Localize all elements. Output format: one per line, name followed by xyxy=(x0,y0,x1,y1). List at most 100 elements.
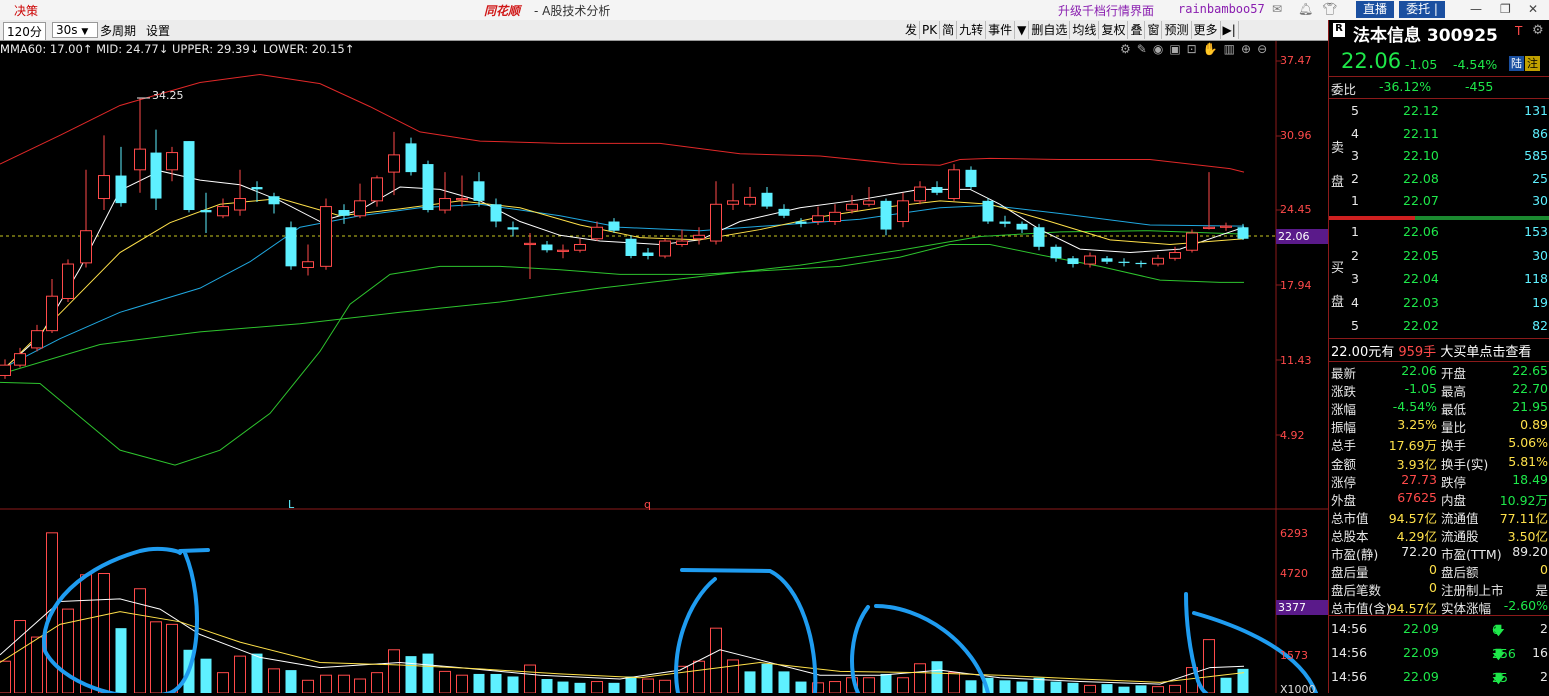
toolbar-item[interactable]: 发 xyxy=(903,21,921,39)
chart-tools[interactable]: ⚙✎◉▣⊡✋▥⊕⊖ xyxy=(1120,42,1273,56)
volume-bar xyxy=(302,679,314,693)
shirt-icon[interactable]: 👕︎ xyxy=(1322,2,1337,16)
lock-icon[interactable]: ▣ xyxy=(1169,42,1186,56)
volume-bar xyxy=(710,627,722,693)
tick-row: 14:56 22.09 256 🡇 16 xyxy=(1329,644,1549,662)
toolbar-item[interactable]: 九转 xyxy=(957,21,987,39)
ask-row[interactable]: 3 22.10 585 xyxy=(1329,147,1549,165)
badge-lu: 陆 xyxy=(1509,56,1524,71)
gear-icon[interactable]: ⚙ xyxy=(1532,23,1544,38)
candle xyxy=(1118,258,1130,267)
decision-menu[interactable]: 决策 xyxy=(14,2,38,19)
minimize-icon[interactable]: — xyxy=(1470,2,1482,16)
volume-tag: 3377 xyxy=(1276,600,1330,615)
bid-row[interactable]: 4 22.03 19 xyxy=(1329,294,1549,312)
settings-button[interactable]: 设置 xyxy=(146,22,170,39)
bid-row[interactable]: 2 22.05 30 xyxy=(1329,247,1549,265)
zoom-out-icon[interactable]: ⊖ xyxy=(1257,42,1273,56)
stat-row: 振幅 3.25% 量比 0.89 xyxy=(1331,417,1548,436)
toolbar-item[interactable]: 叠 xyxy=(1128,21,1146,39)
toolbar-item[interactable]: 更多 xyxy=(1192,21,1221,39)
candle xyxy=(795,218,807,228)
volume-axis-label: 1573 xyxy=(1280,649,1308,662)
bid-row[interactable]: 1 22.06 153 xyxy=(1329,223,1549,241)
volume-bar xyxy=(1135,685,1147,693)
toolbar-item[interactable]: ▼ xyxy=(1015,21,1030,39)
camera-icon[interactable]: ⊡ xyxy=(1187,42,1203,56)
volume-bar xyxy=(234,655,246,693)
interval-select[interactable]: 30s ▼ xyxy=(52,22,98,38)
candle xyxy=(98,135,110,211)
username[interactable]: rainbamboo57 xyxy=(1178,2,1265,16)
toolbar-item[interactable]: 删自选 xyxy=(1029,21,1071,39)
toolbar-item[interactable]: 事件 xyxy=(986,21,1016,39)
pen-icon[interactable]: ✎ xyxy=(1137,42,1153,56)
period-select[interactable]: 120分 xyxy=(3,22,46,41)
upgrade-link[interactable]: 升级千档行情界面 xyxy=(1058,2,1154,19)
volume-bar xyxy=(439,670,451,693)
close-icon[interactable]: ✕ xyxy=(1528,2,1538,16)
bid-row[interactable]: 5 22.02 82 xyxy=(1329,317,1549,335)
toolbar-item[interactable]: 均线 xyxy=(1070,21,1100,39)
maximize-icon[interactable]: ❐ xyxy=(1500,2,1511,16)
volume-axis-label: X1000 xyxy=(1280,683,1316,696)
candle xyxy=(829,204,841,225)
bid-row[interactable]: 3 22.04 118 xyxy=(1329,270,1549,288)
volume-bar xyxy=(863,677,875,693)
candle xyxy=(473,172,485,207)
bell-icon[interactable]: 🔔︎ xyxy=(1298,2,1313,16)
weibi-label: 委比 xyxy=(1331,82,1357,97)
volume-bar xyxy=(897,677,909,693)
candle xyxy=(1203,172,1215,230)
zoom-in-icon[interactable]: ⊕ xyxy=(1241,42,1257,56)
toolbar-item[interactable]: 复权 xyxy=(1099,21,1129,39)
volume-bar xyxy=(251,653,263,693)
direct-button[interactable]: 直播 xyxy=(1356,1,1394,18)
big-order-notice[interactable]: 22.00元有 959手 大买单点击查看 xyxy=(1331,341,1531,360)
candle xyxy=(693,227,705,245)
toolbar-item[interactable]: ▶| xyxy=(1221,21,1239,39)
volume-bar xyxy=(490,673,502,693)
volume-bar xyxy=(761,663,773,693)
candle xyxy=(302,244,314,276)
volume-bar xyxy=(1220,677,1232,693)
toolbar-item[interactable]: 预测 xyxy=(1162,21,1192,39)
volume-bar xyxy=(880,673,892,693)
gear-icon[interactable]: ⚙ xyxy=(1120,42,1137,56)
stat-row: 外盘 67625 内盘 10.92万 xyxy=(1331,489,1548,508)
eye-icon[interactable]: ◉ xyxy=(1153,42,1169,56)
toolbar-item[interactable]: 简 xyxy=(940,21,958,39)
candle xyxy=(710,181,722,245)
volume-bar xyxy=(744,671,756,693)
entrust-button[interactable]: 委托 | xyxy=(1399,1,1445,18)
volume-axis-label: 6293 xyxy=(1280,527,1308,540)
toolbar-item[interactable]: 窗 xyxy=(1145,21,1163,39)
candle xyxy=(354,183,366,219)
candle xyxy=(524,233,536,279)
hand-icon[interactable]: ✋ xyxy=(1203,42,1224,56)
candle xyxy=(80,169,92,268)
indicator-legend: MMA60: 17.00↑ MID: 24.77↓ UPPER: 29.39↓ … xyxy=(0,42,355,56)
ask-row[interactable]: 1 22.07 30 xyxy=(1329,192,1549,210)
volume-bar xyxy=(115,628,127,693)
trash-icon[interactable]: ▥ xyxy=(1224,42,1241,56)
r-badge: R xyxy=(1333,23,1345,37)
ask-row[interactable]: 5 22.12 131 xyxy=(1329,102,1549,120)
candle xyxy=(846,195,858,214)
candle xyxy=(217,198,229,219)
kline-chart[interactable] xyxy=(0,41,1328,693)
ask-row[interactable]: 2 22.08 25 xyxy=(1329,170,1549,188)
candle xyxy=(150,129,162,211)
stat-row: 涨幅 -4.54% 最低 21.95 xyxy=(1331,399,1548,418)
volume-bar xyxy=(80,574,92,693)
toolbar-item[interactable]: PK xyxy=(920,21,941,39)
candle xyxy=(388,131,400,196)
mail-icon[interactable]: ✉ xyxy=(1272,2,1282,16)
weibi-pct: -36.12% xyxy=(1379,79,1432,94)
volume-bar xyxy=(200,658,212,693)
title-bar: 决策 同花顺 - A股技术分析 升级千档行情界面 rainbamboo57 ✉ … xyxy=(0,0,1549,21)
sell-buy-ratio-bar xyxy=(1329,216,1415,220)
ask-row[interactable]: 4 22.11 86 xyxy=(1329,125,1549,143)
multi-period-button[interactable]: 多周期 xyxy=(100,22,136,39)
volume-bar xyxy=(541,679,553,693)
